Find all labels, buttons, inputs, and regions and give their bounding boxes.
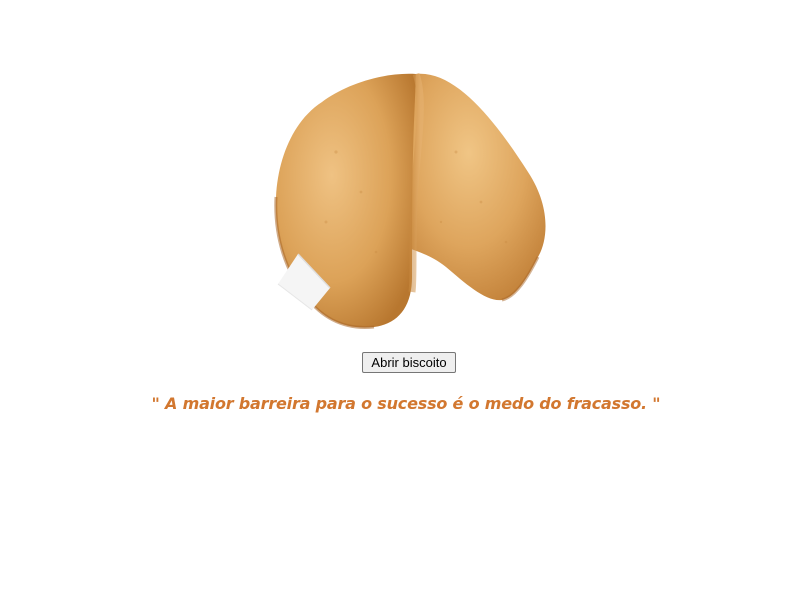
fortune-quote: " A maior barreira para o sucesso é o me… [151, 394, 661, 413]
fortune-cookie-image [266, 62, 556, 337]
open-cookie-button[interactable]: Abrir biscoito [362, 352, 456, 373]
page: Abrir biscoito " A maior barreira para o… [0, 0, 812, 592]
cookie-right-lobe [406, 73, 546, 301]
fortune-cookie-illustration [274, 72, 546, 330]
